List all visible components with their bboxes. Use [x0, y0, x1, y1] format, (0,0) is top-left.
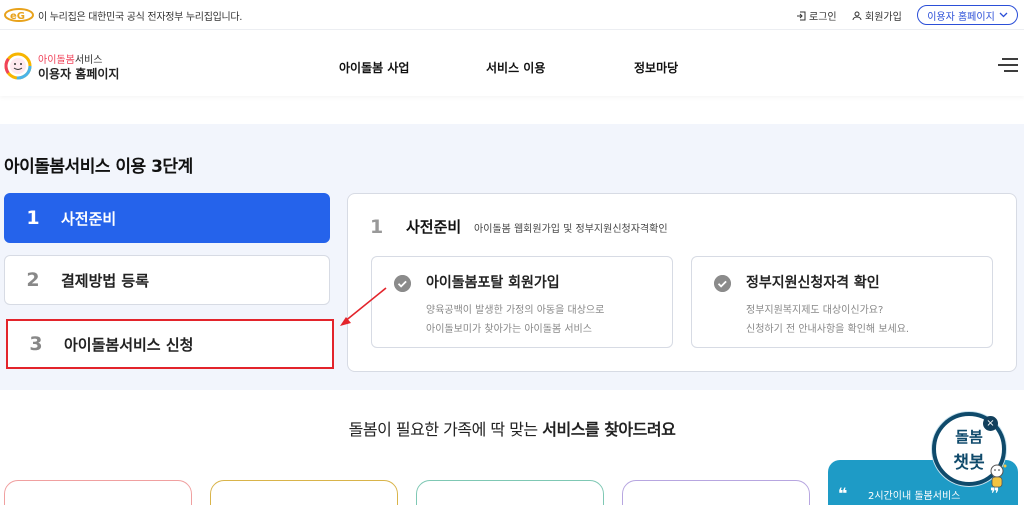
nav-item-service[interactable]: 서비스 이용 [486, 59, 545, 76]
portal-signup-card[interactable]: 아이돌봄포탈 회원가입 양육공백이 발생한 가정의 아동을 대상으로 아이돌보미… [371, 256, 673, 348]
service-card[interactable] [622, 480, 810, 505]
detail-number: 1 [370, 216, 384, 238]
card-text-line: 아이돌보미가 찾아가는 아이돌봄 서비스 [426, 324, 592, 335]
hamburger-menu-icon[interactable] [998, 57, 1018, 73]
services-heading-bold: 서비스를 찾아드려요 [542, 420, 676, 439]
login-icon [797, 11, 806, 20]
login-label: 로그인 [809, 12, 837, 23]
service-card[interactable] [416, 480, 604, 505]
step-label: 아이돌봄서비스 신청 [64, 335, 194, 354]
detail-description: 아이돌봄 웹회원가입 및 정부지원신청자격확인 [474, 224, 668, 235]
step-label: 사전준비 [61, 209, 117, 228]
site-header: 아이돌봄서비스 이용자 홈페이지 아이돌봄 사업 서비스 이용 정보마당 [0, 30, 1024, 96]
annotation-arrow-icon [340, 287, 387, 326]
card-text-line: 양육공백이 발생한 가정의 아동을 대상으로 [426, 305, 605, 316]
detail-title: 사전준비 [406, 218, 462, 236]
user-home-dropdown[interactable]: 이용자 홈페이지 [917, 5, 1018, 25]
service-card[interactable] [210, 480, 398, 505]
login-link[interactable]: 로그인 [796, 8, 837, 23]
check-circle-icon [714, 275, 731, 292]
close-icon[interactable]: × [983, 416, 998, 431]
quote-open-icon: ❝ [838, 484, 848, 503]
services-heading: 돌봄이 필요한 가족에 딱 맞는 서비스를 찾아드려요 [0, 416, 1024, 440]
step-tab-3[interactable]: 3 아이돌봄서비스 신청 [6, 319, 334, 369]
nav-item-program[interactable]: 아이돌봄 사업 [339, 59, 409, 76]
usage-steps-section: 아이돌봄서비스 이용 3단계 1 사전준비 2 결제방법 등록 3 아이돌봄서비… [0, 124, 1024, 390]
chevron-down-icon [999, 12, 1008, 18]
eligibility-check-card[interactable]: 정부지원신청자격 확인 정부지원복지제도 대상이신가요? 신청하기 전 안내사항… [691, 256, 993, 348]
brand-title[interactable]: 이용자 홈페이지 [38, 65, 119, 82]
step-number: 3 [29, 333, 43, 355]
user-icon [852, 11, 862, 20]
card-text-line: 신청하기 전 안내사항을 확인해 보세요. [746, 324, 910, 335]
step-number: 1 [26, 207, 40, 229]
brand-logo-icon[interactable] [4, 52, 32, 80]
card-title: 정부지원신청자격 확인 [746, 275, 880, 291]
egov-logo-icon: eG [4, 8, 34, 22]
gov-notice-text: 이 누리집은 대한민국 공식 전자정부 누리집입니다. [38, 12, 243, 23]
user-home-label: 이용자 홈페이지 [927, 11, 995, 23]
step-detail-panel: 1 사전준비 아이돌봄 웹회원가입 및 정부지원신청자격확인 아이돌봄포탈 회원… [347, 193, 1017, 372]
service-card-text: 2시간이내 돌봄서비스 [868, 491, 961, 502]
join-label: 회원가입 [865, 12, 902, 23]
gov-banner: eG 이 누리집은 대한민국 공식 전자정부 누리집입니다. 로그인 회원가입 … [0, 0, 1024, 30]
join-link[interactable]: 회원가입 [852, 8, 902, 23]
svg-text:eG: eG [10, 11, 25, 22]
step-number: 2 [26, 269, 40, 291]
check-circle-icon [394, 275, 411, 292]
card-title: 아이돌봄포탈 회원가입 [426, 275, 560, 291]
services-heading-normal: 돌봄이 필요한 가족에 딱 맞는 [348, 420, 543, 439]
nav-item-info[interactable]: 정보마당 [634, 59, 678, 76]
step-tab-2[interactable]: 2 결제방법 등록 [4, 255, 330, 305]
service-card[interactable] [4, 480, 192, 505]
card-text-line: 정부지원복지제도 대상이신가요? [746, 305, 884, 316]
steps-title: 아이돌봄서비스 이용 3단계 [4, 157, 193, 177]
brand-subtitle: 아이돌봄서비스 [38, 51, 102, 66]
chatbot-mascot-icon [990, 464, 1007, 488]
step-label: 결제방법 등록 [61, 271, 150, 290]
step-tab-1[interactable]: 1 사전준비 [4, 193, 330, 243]
